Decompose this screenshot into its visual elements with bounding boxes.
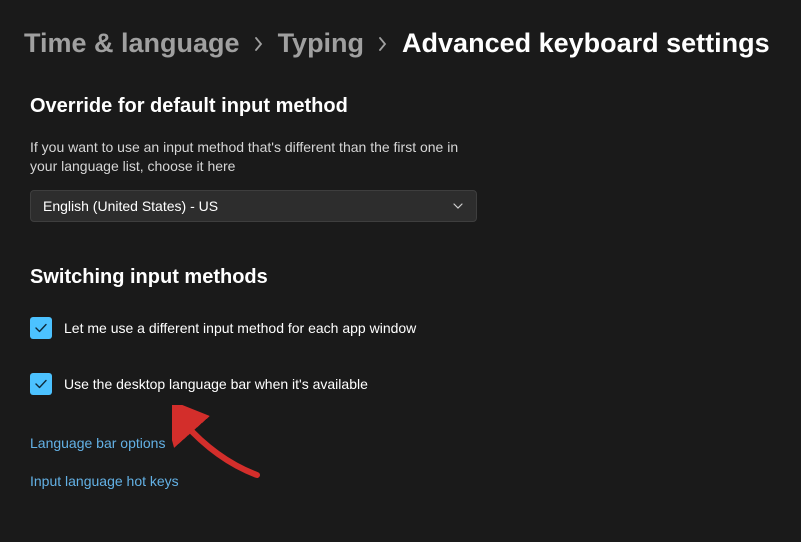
override-description: If you want to use an input method that'… xyxy=(30,138,480,176)
dropdown-selected-value: English (United States) - US xyxy=(43,198,464,214)
checkbox-row-per-app: Let me use a different input method for … xyxy=(30,317,771,339)
breadcrumb-typing[interactable]: Typing xyxy=(278,28,364,59)
checkbox-row-language-bar: Use the desktop language bar when it's a… xyxy=(30,373,771,395)
input-language-hotkeys-link[interactable]: Input language hot keys xyxy=(30,473,179,489)
language-bar-options-link[interactable]: Language bar options xyxy=(30,435,165,451)
override-section: Override for default input method If you… xyxy=(0,95,801,222)
checkbox-language-bar-label: Use the desktop language bar when it's a… xyxy=(64,376,368,392)
checkbox-desktop-language-bar[interactable] xyxy=(30,373,52,395)
switching-title: Switching input methods xyxy=(30,266,771,289)
input-method-dropdown[interactable]: English (United States) - US xyxy=(30,190,477,222)
checkmark-icon xyxy=(33,320,49,336)
breadcrumb-current: Advanced keyboard settings xyxy=(402,28,770,59)
breadcrumb-time-language[interactable]: Time & language xyxy=(24,28,240,59)
chevron-right-icon xyxy=(378,36,388,52)
checkmark-icon xyxy=(33,376,49,392)
checkbox-per-app-label: Let me use a different input method for … xyxy=(64,320,416,336)
override-title: Override for default input method xyxy=(30,95,771,118)
switching-section: Switching input methods Let me use a dif… xyxy=(0,266,801,491)
chevron-down-icon xyxy=(452,197,464,215)
chevron-right-icon xyxy=(254,36,264,52)
breadcrumb: Time & language Typing Advanced keyboard… xyxy=(0,0,801,59)
checkbox-per-app-window[interactable] xyxy=(30,317,52,339)
